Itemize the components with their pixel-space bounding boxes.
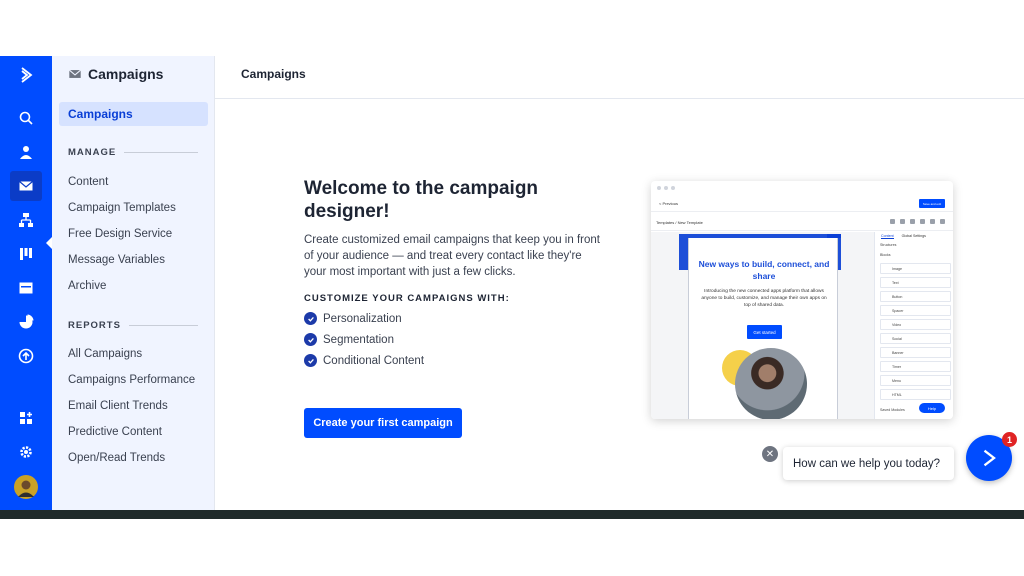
check-icon	[304, 312, 317, 325]
preview-email: New ways to build, connect, and share In…	[688, 238, 838, 419]
campaigns-icon[interactable]	[10, 171, 42, 201]
feature-item: Personalization	[304, 312, 624, 325]
preview-block: Button	[880, 291, 951, 302]
preview-block: Image	[880, 263, 951, 274]
page-header: Campaigns	[215, 56, 1024, 99]
chat-prompt[interactable]: How can we help you today?	[783, 447, 954, 480]
designer-preview-image: < Previous Save and exit Templates / New…	[651, 181, 953, 419]
sidebar-item-campaign-templates[interactable]: Campaign Templates	[68, 202, 176, 214]
preview-block: Video	[880, 319, 951, 330]
feature-label: Conditional Content	[323, 354, 425, 367]
create-campaign-button[interactable]: Create your first campaign	[304, 408, 462, 438]
check-icon	[304, 354, 317, 367]
preview-section-saved: Saved Modules	[880, 408, 905, 412]
feature-item: Segmentation	[304, 333, 624, 346]
pipelines-icon[interactable]	[10, 239, 42, 269]
sidebar-item-predictive-content[interactable]: Predictive Content	[68, 426, 162, 438]
avatar[interactable]	[10, 472, 42, 502]
sidebar-item-content[interactable]: Content	[68, 176, 108, 188]
preview-block: Social	[880, 333, 951, 344]
preview-block: Banner	[880, 347, 951, 358]
welcome-description: Create customized email campaigns that k…	[304, 234, 600, 278]
sidebar-item-message-variables[interactable]: Message Variables	[68, 254, 165, 266]
contacts-icon[interactable]	[10, 137, 42, 167]
sidebar-item-free-design-service[interactable]: Free Design Service	[68, 228, 172, 240]
preview-save-button: Save and exit	[919, 199, 945, 208]
preview-cta: Get started	[747, 325, 782, 339]
divider	[128, 325, 198, 326]
preview-side-panel: Content Global Settings Structures Block…	[874, 232, 953, 419]
divider	[124, 152, 198, 153]
preview-block: Text	[880, 277, 951, 288]
preview-block: Menu	[880, 375, 951, 386]
icon-rail	[0, 56, 52, 510]
reports-section-header: REPORTS	[68, 320, 198, 331]
welcome-title: Welcome to the campaign designer!	[304, 178, 539, 222]
reports-icon[interactable]	[10, 307, 42, 337]
preview-tab-content: Content	[881, 234, 894, 239]
preview-canvas: New ways to build, connect, and share In…	[651, 232, 874, 419]
sidebar-item-campaigns[interactable]: Campaigns	[59, 102, 208, 126]
preview-help-button: Help	[919, 403, 945, 413]
feature-label: Personalization	[323, 312, 402, 325]
sidebar-item-email-client-trends[interactable]: Email Client Trends	[68, 400, 168, 412]
preview-breadcrumb: Templates / New Template	[656, 220, 703, 225]
sidebar-header: Campaigns	[68, 66, 163, 82]
envelope-icon	[68, 69, 82, 78]
window-dots	[657, 186, 675, 190]
preview-headline: New ways to build, connect, and share	[698, 259, 830, 281]
sidebar-item-open-read-trends[interactable]: Open/Read Trends	[68, 452, 165, 464]
check-icon	[304, 333, 317, 346]
manage-section-header: MANAGE	[68, 147, 198, 158]
search-icon[interactable]	[10, 103, 42, 133]
bottom-strip	[0, 510, 1024, 519]
preview-structure-tag	[827, 234, 841, 238]
preview-section-blocks: Blocks	[880, 253, 891, 257]
upgrade-icon[interactable]	[10, 341, 42, 371]
website-icon[interactable]	[10, 273, 42, 303]
feature-item: Conditional Content	[304, 354, 624, 367]
preview-body: Introducing the new connected apps platf…	[701, 289, 827, 308]
manage-label: MANAGE	[68, 147, 117, 158]
logo-arrow-icon	[983, 449, 996, 467]
preview-section-structures: Structures	[880, 243, 897, 247]
campaigns-sidebar: Campaigns Campaigns MANAGE Content Campa…	[52, 56, 215, 510]
preview-panel-tabs: Content Global Settings	[881, 234, 926, 239]
chat-close-icon[interactable]: ✕	[762, 446, 778, 462]
preview-breadcrumb-bar: Templates / New Template	[651, 213, 953, 231]
preview-toolbar: < Previous Save and exit	[651, 196, 953, 212]
settings-icon[interactable]	[10, 437, 42, 467]
page-title: Campaigns	[241, 67, 306, 81]
sidebar-item-campaigns-performance[interactable]: Campaigns Performance	[68, 374, 195, 386]
sidebar-item-all-campaigns[interactable]: All Campaigns	[68, 348, 142, 360]
apps-icon[interactable]	[10, 403, 42, 433]
preview-tools	[890, 219, 945, 224]
preview-previous: < Previous	[659, 201, 679, 206]
preview-block: Spacer	[880, 305, 951, 316]
preview-tab-global: Global Settings	[901, 234, 926, 238]
features-heading: CUSTOMIZE YOUR CAMPAIGNS WITH:	[304, 293, 510, 304]
logo-icon[interactable]	[10, 60, 42, 90]
preview-photo	[735, 348, 807, 419]
app-frame: Campaigns Campaigns MANAGE Content Campa…	[0, 0, 1024, 576]
automations-icon[interactable]	[10, 205, 42, 235]
preview-block: HTML	[880, 389, 951, 400]
sidebar-item-archive[interactable]: Archive	[68, 280, 106, 292]
reports-label: REPORTS	[68, 320, 121, 331]
welcome-panel: Welcome to the campaign designer! Create…	[304, 177, 624, 367]
preview-block: Timer	[880, 361, 951, 372]
notification-badge: 1	[1002, 432, 1017, 447]
sidebar-title: Campaigns	[88, 66, 164, 82]
feature-label: Segmentation	[323, 333, 394, 346]
